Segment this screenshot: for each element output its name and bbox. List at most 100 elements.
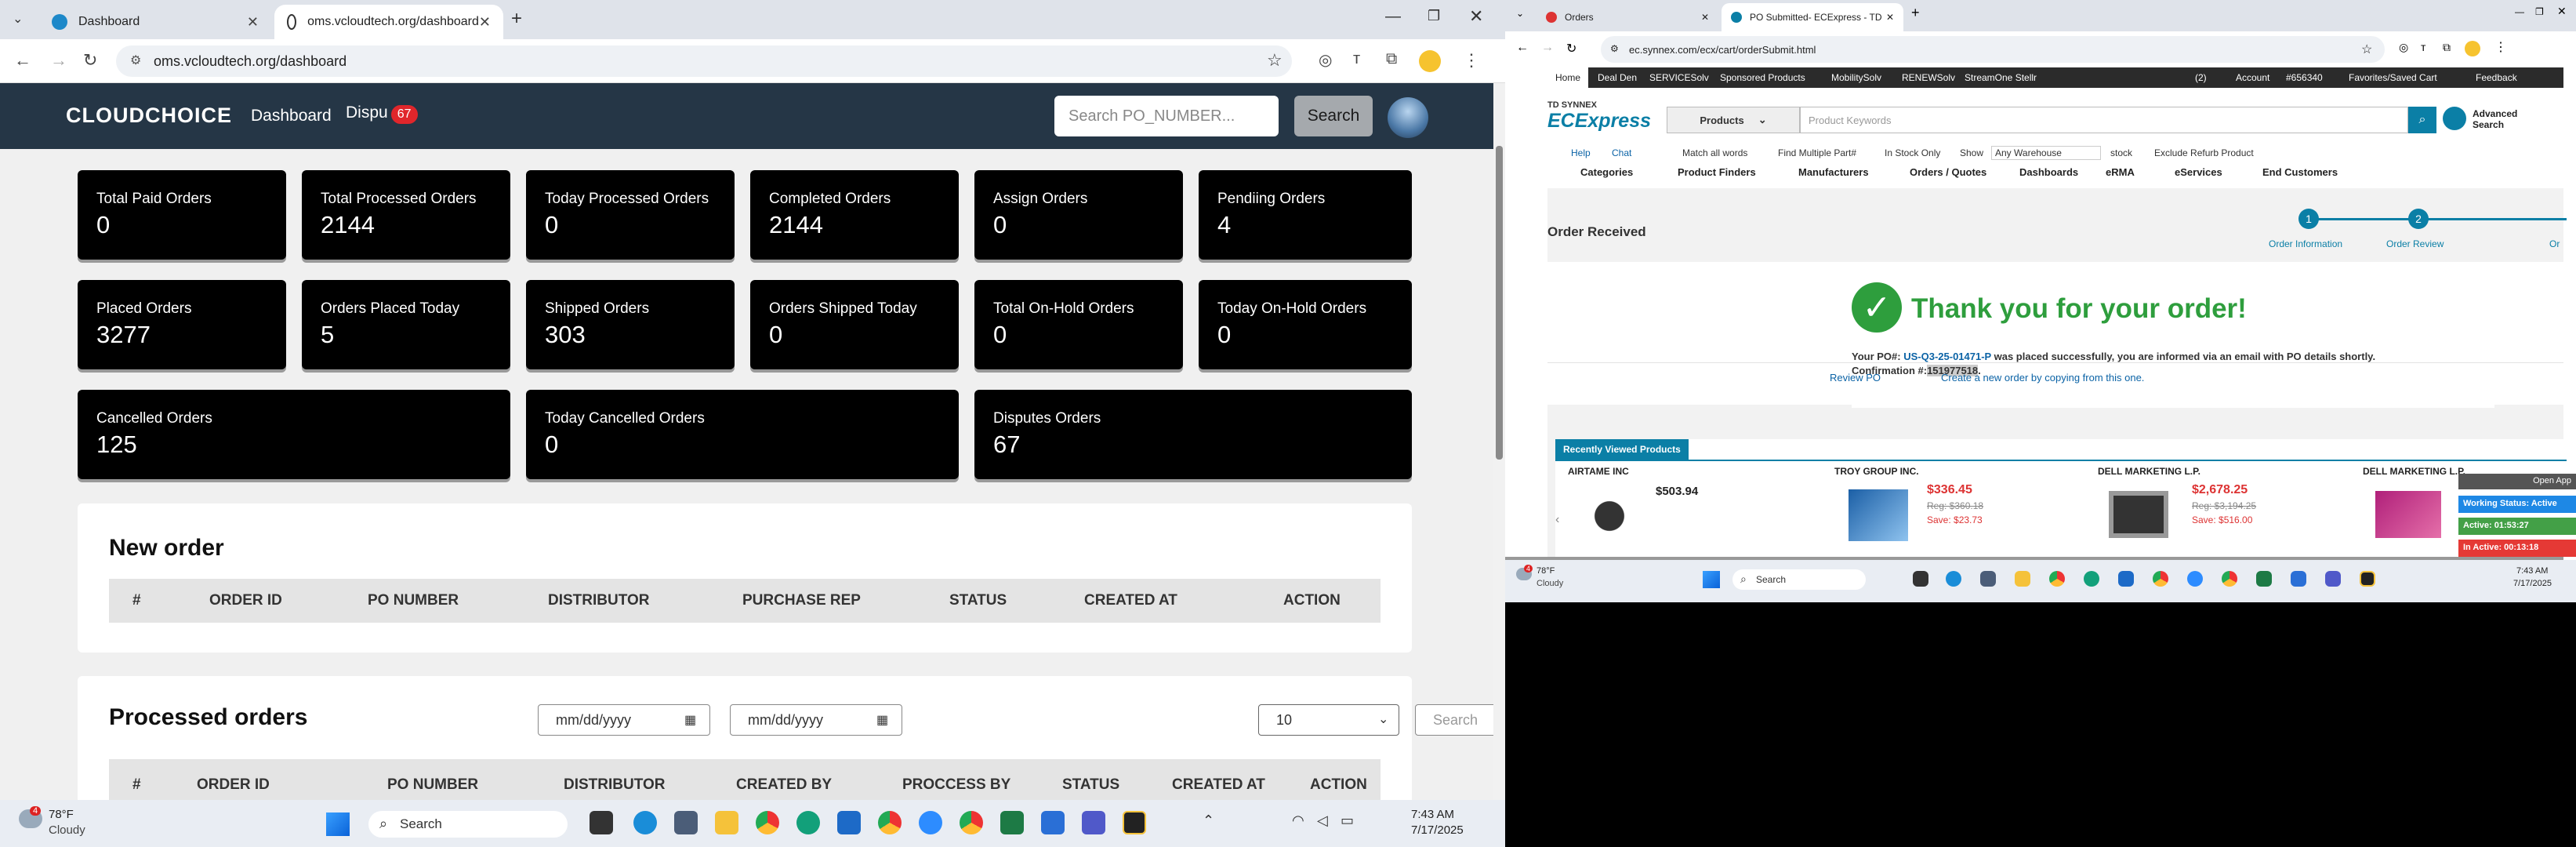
nav-disputes[interactable]: Dispu 67 bbox=[346, 104, 418, 124]
reader-icon[interactable]: ᴛ bbox=[2421, 41, 2425, 53]
wifi-icon[interactable]: ◠ bbox=[1292, 812, 1304, 829]
calculator-icon[interactable] bbox=[1980, 571, 1996, 587]
profile-icon[interactable] bbox=[2465, 41, 2480, 56]
tab-dashboard[interactable]: Dashboard ✕ bbox=[39, 5, 271, 39]
minimize-icon[interactable]: — bbox=[1385, 8, 1401, 26]
close-tab-icon[interactable]: ✕ bbox=[479, 14, 491, 31]
advanced-search-link[interactable]: Advanced Search bbox=[2473, 108, 2527, 130]
taskbar-search[interactable]: ⌕ Search bbox=[1732, 569, 1866, 590]
volume-icon[interactable]: ◁ bbox=[1317, 812, 1328, 829]
windows-start-icon[interactable] bbox=[1703, 571, 1720, 588]
menu-eservices[interactable]: eServices bbox=[2175, 166, 2222, 178]
extension-icon[interactable]: ◎ bbox=[1319, 50, 1332, 70]
nav-dashboard[interactable]: Dashboard bbox=[251, 107, 332, 125]
match-all-radio[interactable]: Match all words bbox=[1682, 147, 1747, 158]
ecexpress-logo[interactable]: ECExpress bbox=[1547, 110, 1651, 133]
new-tab-icon[interactable]: + bbox=[1911, 5, 1920, 21]
topnav-mobilitysolv[interactable]: MobilitySolv bbox=[1831, 72, 1881, 83]
file-explorer-icon[interactable] bbox=[715, 811, 738, 834]
product-image[interactable] bbox=[2109, 491, 2168, 538]
date-to-input[interactable]: mm/dd/yyyy ▦ bbox=[730, 704, 902, 736]
chrome-icon[interactable] bbox=[960, 811, 983, 834]
exclude-refurb-checkbox[interactable]: Exclude Refurb Product bbox=[2154, 147, 2254, 158]
topnav-renewsolv[interactable]: RENEWSolv bbox=[1902, 72, 1955, 83]
calendar-icon[interactable]: ▦ bbox=[876, 712, 888, 728]
profile-icon[interactable] bbox=[1419, 50, 1441, 72]
teams-icon[interactable] bbox=[2325, 571, 2341, 587]
menu-kebab-icon[interactable]: ⋮ bbox=[1463, 50, 1480, 71]
user-avatar[interactable] bbox=[1388, 97, 1428, 138]
topnav-deal-den[interactable]: Deal Den bbox=[1598, 72, 1637, 83]
product-image[interactable] bbox=[1849, 489, 1908, 541]
po-number-link[interactable]: US-Q3-25-01471-P bbox=[1903, 351, 1991, 362]
calculator-icon[interactable] bbox=[674, 811, 698, 834]
outlook-icon[interactable] bbox=[837, 811, 861, 834]
reload-icon[interactable]: ↻ bbox=[1566, 41, 1576, 56]
in-stock-checkbox[interactable]: In Stock Only bbox=[1885, 147, 1940, 158]
site-info-icon[interactable]: ⚙ bbox=[1610, 43, 1619, 54]
tray-chevron-icon[interactable]: ⌃ bbox=[1203, 812, 1214, 829]
tab-orders[interactable]: Orders ✕ bbox=[1537, 3, 1718, 31]
topnav-home[interactable]: Home bbox=[1547, 67, 1589, 88]
task-view-icon[interactable] bbox=[1913, 571, 1928, 587]
menu-kebab-icon[interactable]: ⋮ bbox=[2494, 39, 2507, 55]
url-field[interactable]: ⚙ oms.vcloudtech.org/dashboard ☆ bbox=[116, 45, 1292, 77]
reader-icon[interactable]: ᴛ bbox=[1353, 50, 1360, 68]
menu-dashboards[interactable]: Dashboards bbox=[2019, 166, 2078, 178]
forward-icon[interactable]: → bbox=[1541, 41, 1554, 55]
chrome-icon[interactable] bbox=[2049, 571, 2065, 587]
menu-end-customers[interactable]: End Customers bbox=[2262, 166, 2338, 178]
taskbar-search[interactable]: ⌕ Search bbox=[368, 811, 568, 838]
sticky-app-icon[interactable] bbox=[2360, 571, 2375, 587]
zoom-icon[interactable] bbox=[2187, 571, 2203, 587]
tab-menu-icon[interactable]: ⌄ bbox=[1516, 8, 1524, 19]
close-tab-icon[interactable]: ✕ bbox=[1701, 12, 1709, 23]
task-view-icon[interactable] bbox=[590, 811, 613, 834]
help-link[interactable]: Help bbox=[1571, 147, 1591, 158]
processed-search-input[interactable]: Search bbox=[1415, 704, 1505, 736]
back-icon[interactable]: ← bbox=[14, 50, 31, 71]
puzzle-extensions-icon[interactable]: ⧉ bbox=[1386, 50, 1397, 68]
remote-desktop-icon[interactable] bbox=[2291, 571, 2306, 587]
reload-icon[interactable]: ↻ bbox=[83, 50, 97, 71]
forward-icon[interactable]: → bbox=[50, 50, 67, 71]
menu-categories[interactable]: Categories bbox=[1580, 166, 1633, 178]
outlook-icon[interactable] bbox=[2118, 571, 2134, 587]
edge-icon[interactable] bbox=[796, 811, 820, 834]
menu-orders-quotes[interactable]: Orders / Quotes bbox=[1910, 166, 1986, 178]
topnav-sponsored[interactable]: Sponsored Products bbox=[1720, 72, 1805, 83]
cart-count[interactable]: (2) bbox=[2195, 72, 2207, 83]
chrome-icon[interactable] bbox=[756, 811, 779, 834]
search-go-button[interactable]: ⌕ bbox=[2408, 107, 2436, 133]
url-field[interactable]: ⚙ ec.synnex.com/ecx/cart/orderSubmit.htm… bbox=[1601, 36, 2385, 63]
edge-icon[interactable] bbox=[633, 811, 657, 834]
topnav-servicesolv[interactable]: SERVICESolv bbox=[1649, 72, 1709, 83]
page-scrollbar[interactable] bbox=[1493, 83, 1505, 800]
clock-date[interactable]: 7/17/2025 bbox=[2513, 579, 2552, 588]
extension-icon[interactable]: ◎ bbox=[2399, 41, 2408, 54]
edge-icon[interactable] bbox=[1946, 571, 1961, 587]
page-size-select[interactable]: 10 ⌄ bbox=[1258, 704, 1399, 736]
remote-desktop-icon[interactable] bbox=[1041, 811, 1065, 834]
back-icon[interactable]: ← bbox=[1516, 41, 1529, 55]
clock-time[interactable]: 7:43 AM bbox=[1411, 808, 1454, 821]
review-po-link[interactable]: Review PO bbox=[1830, 372, 1881, 384]
carousel-prev-icon[interactable]: ‹ bbox=[1555, 513, 1559, 527]
chrome-icon[interactable] bbox=[2153, 571, 2168, 587]
tab-oms-dashboard[interactable]: oms.vcloudtech.org/dashboard ✕ bbox=[274, 5, 503, 39]
open-app-button[interactable]: Open App bbox=[2458, 474, 2576, 489]
keyword-input[interactable]: Product Keywords bbox=[1800, 107, 2408, 133]
excel-icon[interactable] bbox=[2256, 571, 2272, 587]
chrome-icon[interactable] bbox=[878, 811, 902, 834]
new-tab-icon[interactable]: + bbox=[511, 8, 522, 30]
puzzle-extensions-icon[interactable]: ⧉ bbox=[2443, 41, 2451, 54]
bookmark-star-icon[interactable]: ☆ bbox=[1267, 50, 1283, 71]
file-explorer-icon[interactable] bbox=[2015, 571, 2030, 587]
maximize-icon[interactable]: ❐ bbox=[1428, 8, 1440, 24]
zoom-icon[interactable] bbox=[919, 811, 942, 834]
menu-manufacturers[interactable]: Manufacturers bbox=[1798, 166, 1869, 178]
bookmark-star-icon[interactable]: ☆ bbox=[2361, 42, 2372, 57]
close-window-icon[interactable]: ✕ bbox=[1469, 6, 1483, 27]
site-info-icon[interactable]: ⚙ bbox=[130, 53, 141, 68]
tab-menu-icon[interactable]: ⌄ bbox=[13, 11, 23, 27]
